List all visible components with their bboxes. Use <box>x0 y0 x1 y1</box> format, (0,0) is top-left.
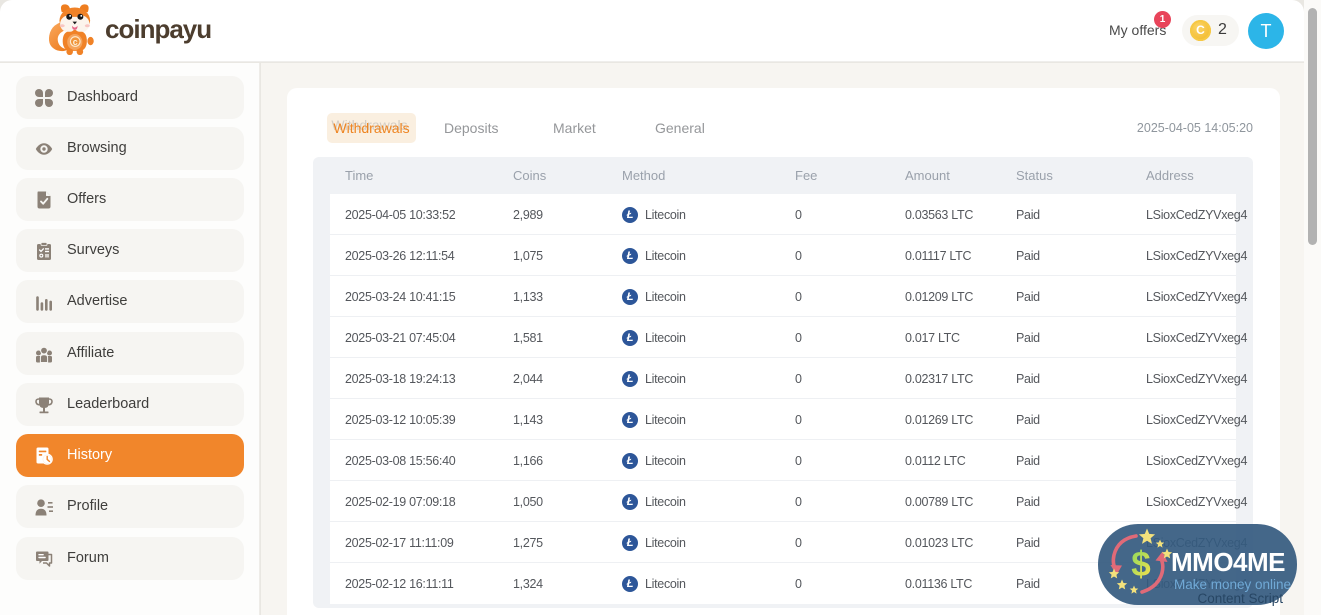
svg-text:c: c <box>73 37 78 47</box>
svg-text:$: $ <box>1131 545 1150 584</box>
